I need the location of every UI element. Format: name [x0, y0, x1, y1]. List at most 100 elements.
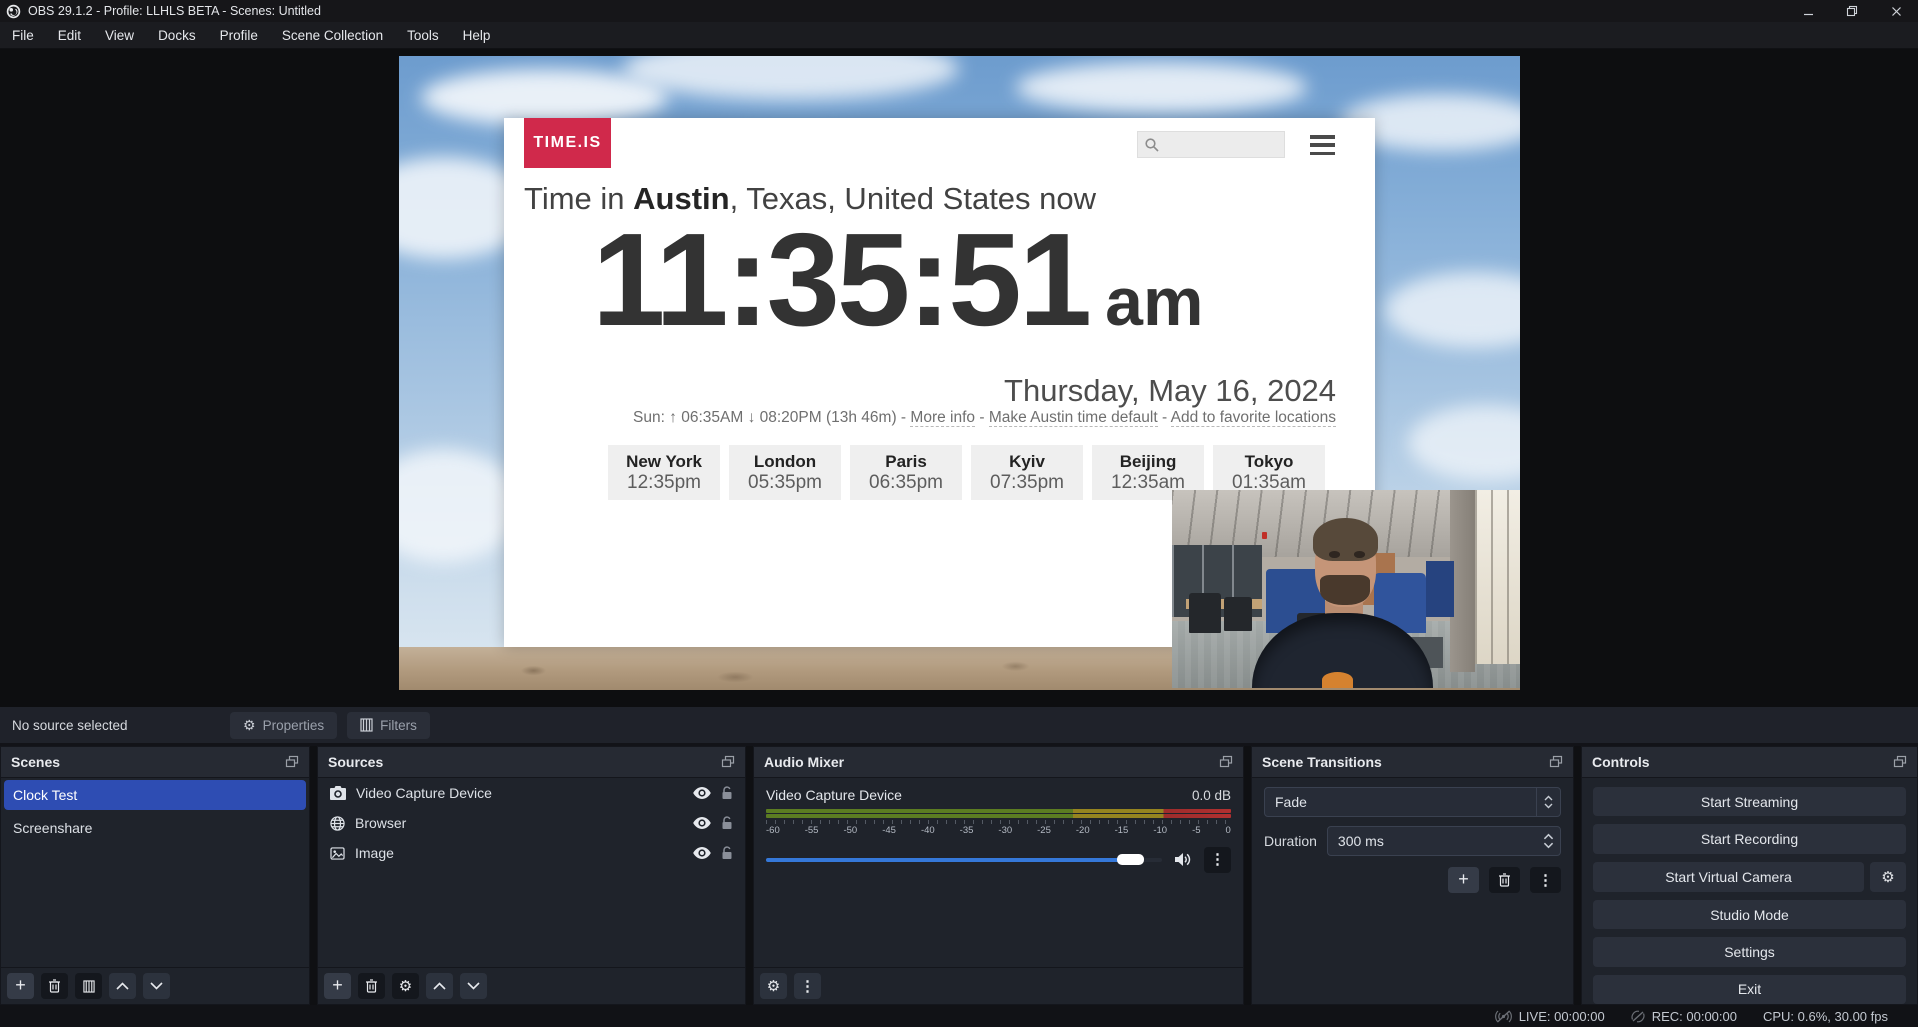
controls-body: Start Streaming Start Recording Start Vi… — [1582, 778, 1917, 1004]
menu-item-docks[interactable]: Docks — [146, 22, 208, 49]
db-label: -50 — [843, 825, 857, 836]
webcam-overlay[interactable] — [1172, 490, 1520, 688]
menu-item-profile[interactable]: Profile — [208, 22, 270, 49]
source-item-video-capture[interactable]: Video Capture Device — [318, 778, 745, 808]
settings-button[interactable]: Settings — [1593, 937, 1906, 966]
volume-slider[interactable] — [766, 858, 1162, 862]
move-scene-up-button[interactable] — [109, 973, 136, 999]
speaker-icon[interactable] — [1175, 852, 1193, 867]
sources-list: Video Capture Device Browser Image — [318, 778, 745, 967]
add-scene-button[interactable]: + — [7, 973, 34, 999]
transition-menu-button[interactable]: ⋮ — [1530, 867, 1561, 893]
advanced-audio-button[interactable]: ⚙ — [760, 973, 787, 999]
stream-status: LIVE: 00:00:00 — [1495, 1009, 1605, 1024]
add-source-button[interactable]: + — [324, 973, 351, 999]
mixer-menu-button[interactable]: ⋮ — [794, 973, 821, 999]
popout-icon[interactable] — [1893, 755, 1907, 769]
menu-item-tools[interactable]: Tools — [395, 22, 451, 49]
link-more-info[interactable]: More info — [910, 409, 975, 427]
start-streaming-button[interactable]: Start Streaming — [1593, 787, 1906, 816]
move-source-up-button[interactable] — [426, 973, 453, 999]
volume-meter — [766, 814, 1231, 818]
db-label: -60 — [766, 825, 780, 836]
menu-item-edit[interactable]: Edit — [46, 22, 93, 49]
sun-times: Sun: ↑ 06:35AM ↓ 08:20PM (13h 46m) - — [633, 409, 910, 426]
chevron-up-icon — [116, 982, 129, 990]
channel-menu-button[interactable]: ⋮ — [1204, 847, 1231, 873]
move-source-down-button[interactable] — [460, 973, 487, 999]
person-hair — [1313, 518, 1378, 562]
properties-label: Properties — [263, 718, 325, 733]
exit-sign — [1262, 532, 1267, 539]
restore-button[interactable] — [1830, 0, 1874, 22]
city-card-kyiv[interactable]: Kyiv07:35pm — [971, 445, 1083, 500]
link-make-default[interactable]: Make Austin time default — [989, 409, 1158, 427]
duration-spinner[interactable]: 300 ms — [1327, 826, 1561, 856]
add-transition-button[interactable]: + — [1448, 867, 1479, 893]
lock-icon[interactable] — [721, 846, 733, 860]
remove-transition-button[interactable] — [1489, 867, 1520, 893]
visibility-eye-icon[interactable] — [693, 817, 711, 829]
minimize-button[interactable] — [1786, 0, 1830, 22]
scene-filters-button[interactable] — [75, 973, 102, 999]
status-bar: LIVE: 00:00:00 REC: 00:00:00 CPU: 0.6%, … — [0, 1005, 1918, 1027]
virtual-camera-config-button[interactable]: ⚙ — [1870, 862, 1906, 892]
properties-button[interactable]: ⚙ Properties — [230, 712, 337, 739]
visibility-eye-icon[interactable] — [693, 787, 711, 799]
source-properties-button[interactable]: ⚙ — [392, 973, 419, 999]
start-virtual-camera-button[interactable]: Start Virtual Camera — [1593, 862, 1864, 892]
gear-icon: ⚙ — [243, 718, 256, 732]
lock-icon[interactable] — [721, 816, 733, 830]
db-label: -25 — [1037, 825, 1051, 836]
menu-item-help[interactable]: Help — [451, 22, 503, 49]
city-card-paris[interactable]: Paris06:35pm — [850, 445, 962, 500]
scene-item-screenshare[interactable]: Screenshare — [1, 812, 309, 843]
hamburger-menu-icon[interactable] — [1310, 135, 1335, 155]
record-status: REC: 00:00:00 — [1631, 1009, 1737, 1024]
window-title: OBS 29.1.2 - Profile: LLHLS BETA - Scene… — [28, 4, 321, 18]
db-label: -55 — [805, 825, 819, 836]
clock-time: 11:35:51 — [592, 206, 1089, 353]
studio-mode-button[interactable]: Studio Mode — [1593, 900, 1906, 929]
transition-select[interactable]: Fade — [1264, 787, 1561, 817]
scenes-panel: Scenes Clock Test Screenshare + — [0, 746, 310, 1005]
mixer-channel: Video Capture Device 0.0 dB -60 -55 -50 … — [754, 778, 1243, 967]
popout-icon[interactable] — [1219, 755, 1233, 769]
city-time: 05:35pm — [729, 472, 841, 494]
popout-icon[interactable] — [1549, 755, 1563, 769]
menu-item-view[interactable]: View — [93, 22, 146, 49]
db-scale: -60 -55 -50 -45 -40 -35 -30 -25 -20 -15 … — [766, 825, 1231, 836]
volume-meter — [766, 809, 1231, 813]
preview-canvas[interactable]: TIME.IS Time in Austin, Texas, United St… — [0, 49, 1918, 707]
visibility-eye-icon[interactable] — [693, 847, 711, 859]
audio-mixer-panel: Audio Mixer Video Capture Device 0.0 dB … — [753, 746, 1244, 1005]
start-recording-button[interactable]: Start Recording — [1593, 824, 1906, 853]
lock-icon[interactable] — [721, 786, 733, 800]
source-item-image[interactable]: Image — [318, 838, 745, 868]
remove-scene-button[interactable] — [41, 973, 68, 999]
db-label: -10 — [1153, 825, 1167, 836]
volume-slider-handle[interactable] — [1117, 854, 1144, 865]
scene-item-clock-test[interactable]: Clock Test — [4, 780, 306, 810]
trash-icon — [48, 979, 61, 993]
dock-panels: Scenes Clock Test Screenshare + — [0, 746, 1918, 1005]
city-card-new-york[interactable]: New York12:35pm — [608, 445, 720, 500]
filters-button[interactable]: Filters — [347, 712, 430, 739]
video-preview[interactable]: TIME.IS Time in Austin, Texas, United St… — [399, 56, 1520, 690]
exit-button[interactable]: Exit — [1593, 975, 1906, 1004]
popout-icon[interactable] — [721, 755, 735, 769]
popout-icon[interactable] — [285, 755, 299, 769]
link-add-favorite[interactable]: Add to favorite locations — [1171, 409, 1336, 427]
menu-item-scene-collection[interactable]: Scene Collection — [270, 22, 395, 49]
city-card-london[interactable]: London05:35pm — [729, 445, 841, 500]
close-button[interactable] — [1874, 0, 1918, 22]
dots-icon: ⋮ — [800, 979, 815, 994]
remove-source-button[interactable] — [358, 973, 385, 999]
record-inactive-icon — [1631, 1010, 1645, 1023]
move-scene-down-button[interactable] — [143, 973, 170, 999]
menu-item-file[interactable]: File — [0, 22, 46, 49]
spinner-arrows[interactable] — [1536, 827, 1560, 855]
search-input[interactable] — [1137, 131, 1285, 158]
source-item-browser[interactable]: Browser — [318, 808, 745, 838]
timeis-logo[interactable]: TIME.IS — [524, 118, 611, 168]
